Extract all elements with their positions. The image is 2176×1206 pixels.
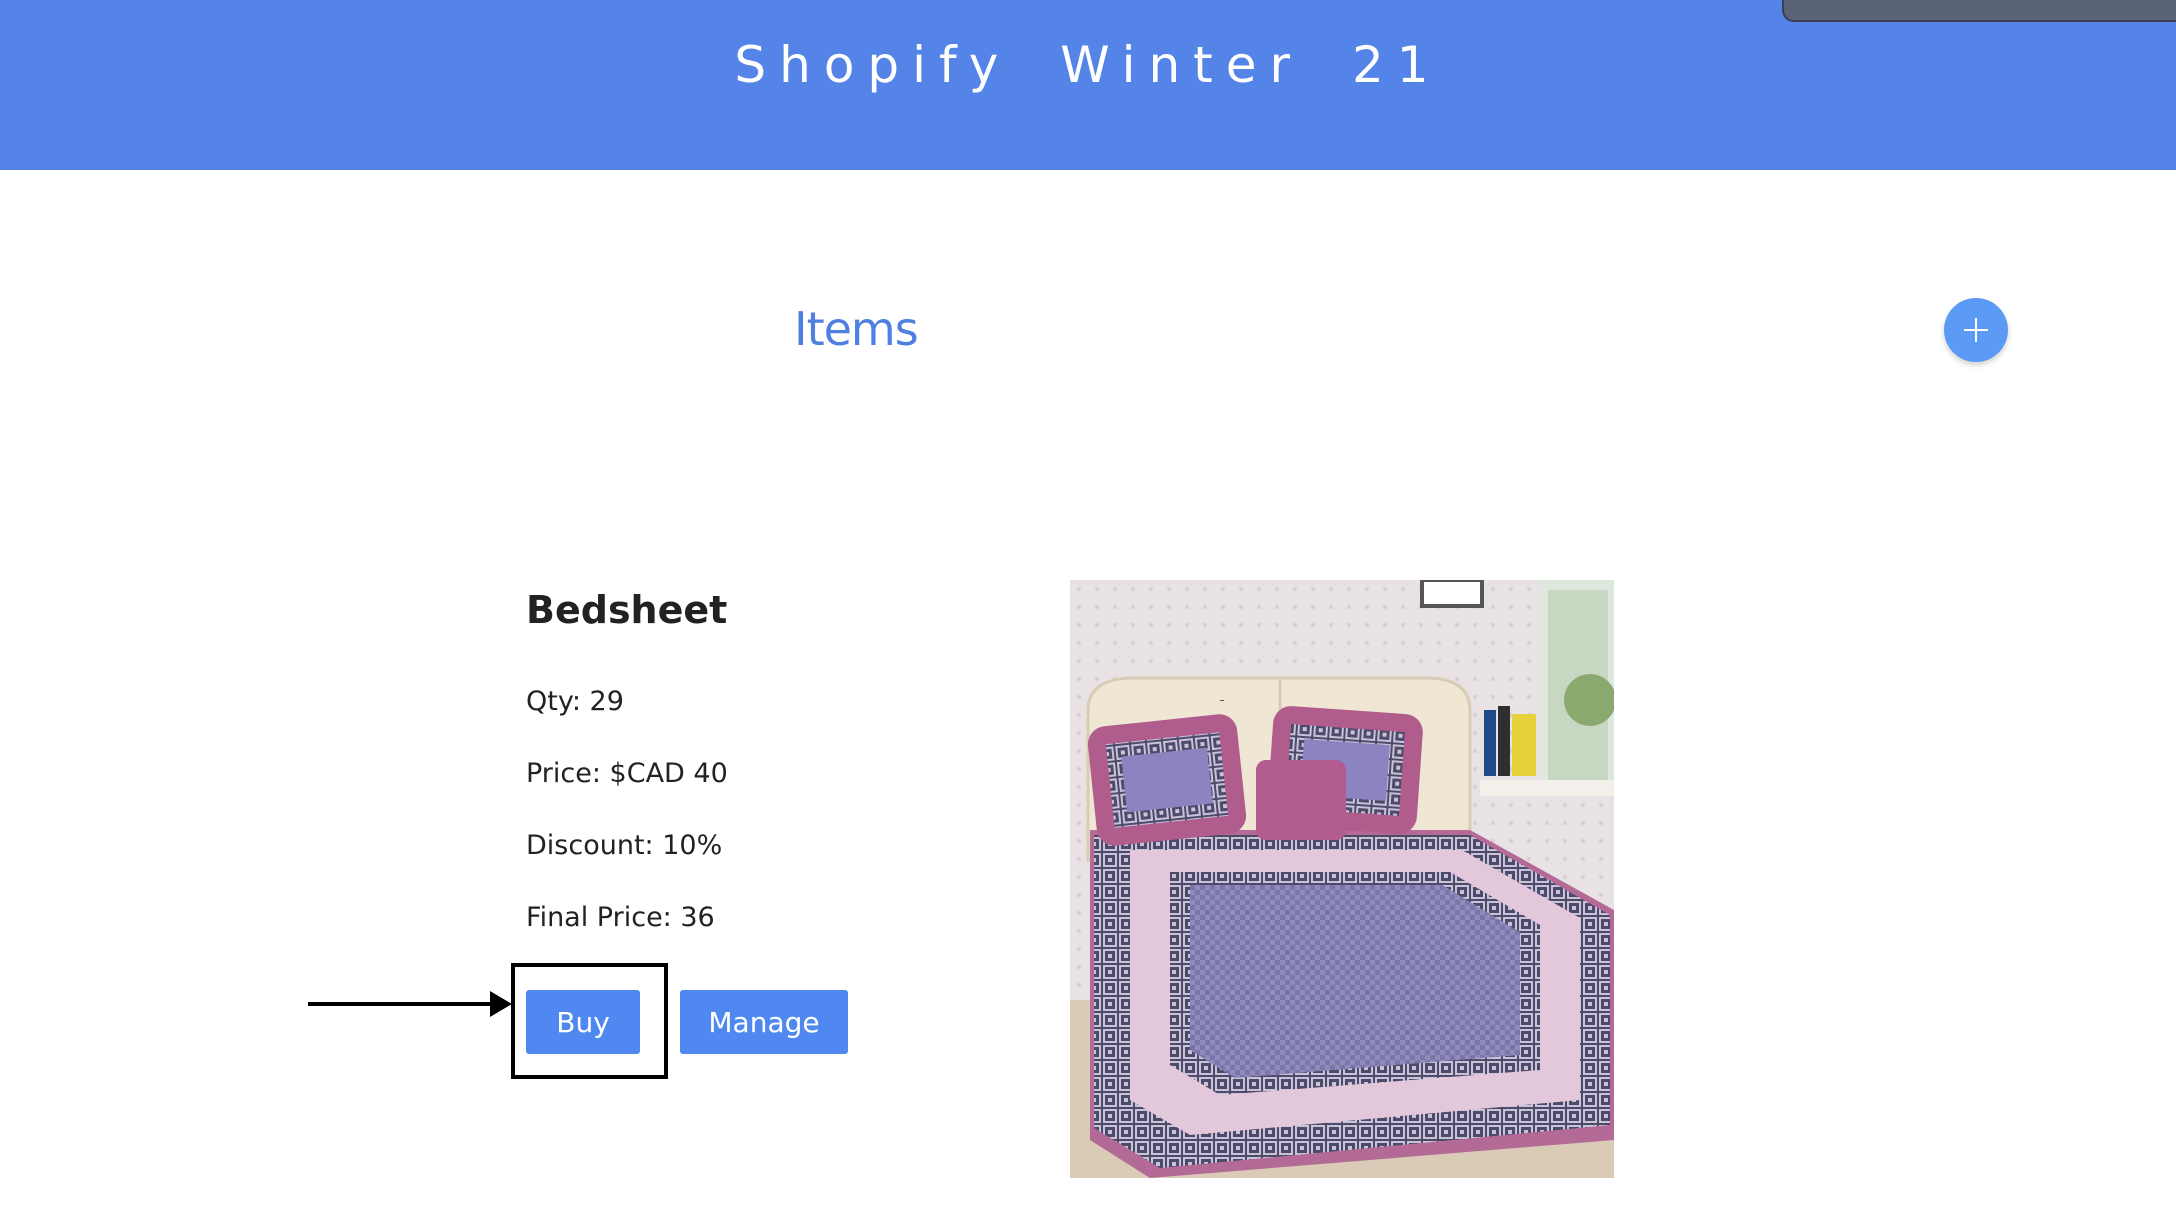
bedroom-illustration [1070,580,1614,1178]
items-heading: Items [794,302,919,356]
pointer-arrow-line [308,1002,504,1006]
item-name: Bedsheet [526,588,728,632]
add-item-button[interactable] [1944,298,2008,362]
corner-overlay [1782,0,2176,22]
pointer-arrow-head-icon [490,991,512,1017]
item-qty: Qty: 29 [526,686,624,717]
item-price: Price: $CAD 40 [526,758,728,789]
product-image [1070,580,1614,1178]
manage-button[interactable]: Manage [680,990,848,1054]
highlight-box-annotation [511,963,668,1079]
item-final-price: Final Price: 36 [526,902,715,933]
header-bar: Shopify Winter 21 [0,0,2176,170]
app-title: Shopify Winter 21 [734,36,1442,94]
item-discount: Discount: 10% [526,830,723,861]
